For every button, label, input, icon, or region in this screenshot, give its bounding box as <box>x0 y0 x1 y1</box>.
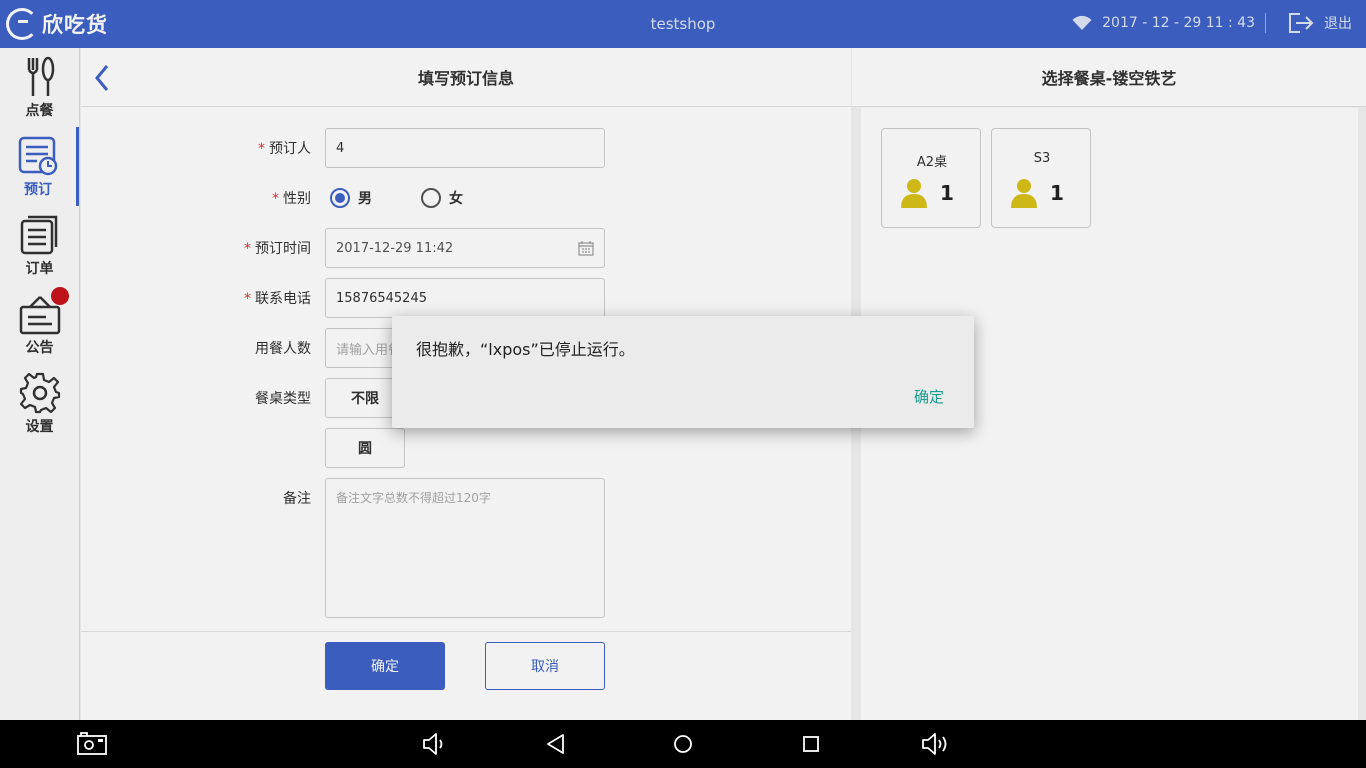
screenshot-icon[interactable] <box>77 730 107 758</box>
dialog-message: 很抱歉，“lxpos”已停止运行。 <box>416 340 635 359</box>
dialog-ok-button[interactable]: 确定 <box>914 386 944 407</box>
system-nav-bar <box>0 720 1366 768</box>
home-icon[interactable] <box>668 730 698 758</box>
volume-up-icon[interactable] <box>920 730 950 758</box>
volume-down-icon[interactable] <box>420 730 450 758</box>
back-icon[interactable] <box>541 730 571 758</box>
app-crash-dialog: 很抱歉，“lxpos”已停止运行。 确定 <box>392 316 974 428</box>
recent-apps-icon[interactable] <box>796 730 826 758</box>
